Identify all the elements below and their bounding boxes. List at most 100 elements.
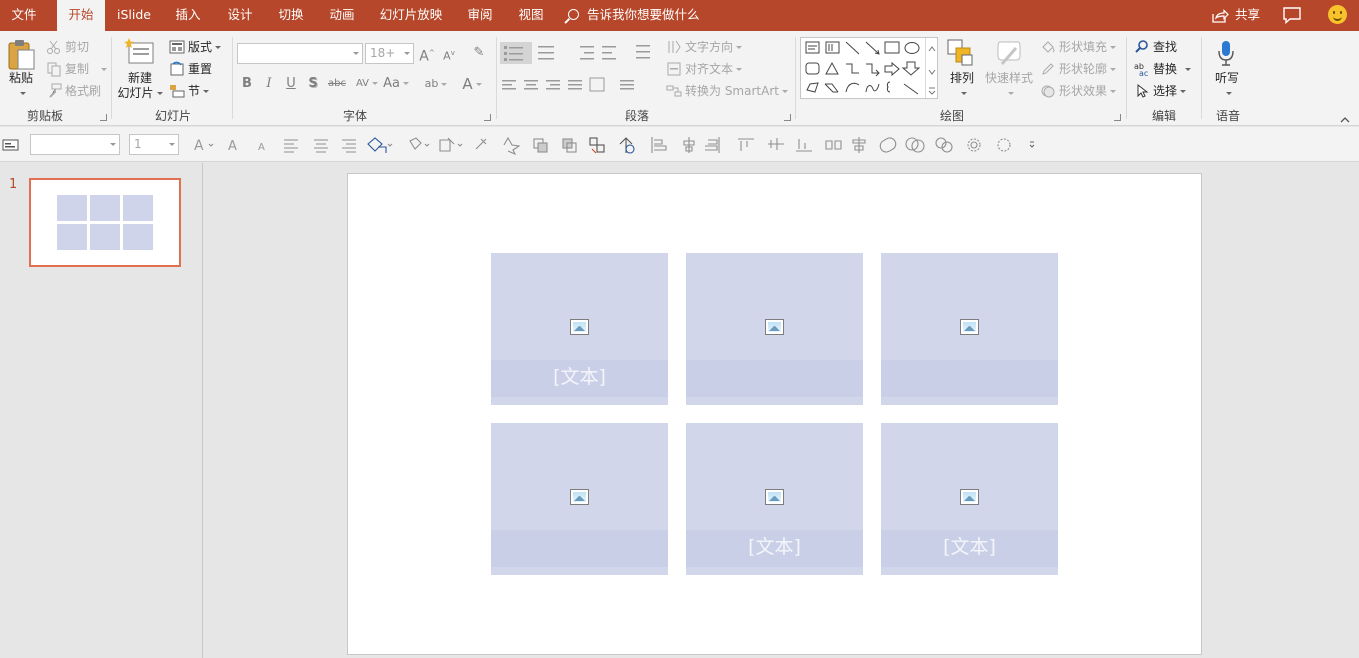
feedback-smiley-icon[interactable] bbox=[1328, 5, 1347, 24]
new-slide-icon[interactable] bbox=[124, 37, 156, 67]
decrease-font-icon[interactable]: Av bbox=[440, 43, 458, 63]
copy-button[interactable]: 复制 bbox=[46, 59, 108, 79]
picture-placeholder-4[interactable] bbox=[491, 423, 668, 575]
picture-icon[interactable] bbox=[570, 489, 589, 505]
placeholder-text[interactable]: [文本] bbox=[686, 532, 863, 559]
convert-smartart-button[interactable]: 转换为 SmartArt bbox=[666, 81, 788, 101]
shadow-button[interactable]: S bbox=[304, 74, 322, 94]
increase-font-icon[interactable]: A^ bbox=[418, 43, 436, 65]
cursor-arrow-icon bbox=[1137, 83, 1149, 98]
tab-file[interactable]: 文件 bbox=[0, 0, 48, 31]
shapes-gallery[interactable] bbox=[800, 37, 938, 99]
size-select-combo[interactable]: 1 bbox=[129, 134, 179, 155]
reset-button[interactable]: 重置 bbox=[169, 59, 212, 79]
quick-styles-icon[interactable] bbox=[994, 38, 1024, 68]
char-spacing-button[interactable]: AV bbox=[354, 74, 380, 94]
font-select-combo[interactable] bbox=[30, 134, 120, 155]
select-button[interactable]: 选择 bbox=[1134, 81, 1187, 101]
thumbnail-placeholder bbox=[57, 224, 87, 250]
clear-format-icon[interactable]: ✎ bbox=[470, 43, 488, 63]
group-label-font: 字体 bbox=[342, 109, 367, 123]
group-divider bbox=[1126, 37, 1127, 119]
dictate-button[interactable]: 听写 bbox=[1208, 71, 1246, 101]
placeholder-text[interactable]: [文本] bbox=[491, 362, 668, 389]
tab-design[interactable]: 设计 bbox=[218, 0, 262, 31]
drawing-launcher-icon[interactable] bbox=[1114, 114, 1121, 121]
shape-outline-button[interactable]: 形状轮廓 bbox=[1040, 59, 1117, 79]
slide-thumbnail-pane: 1 bbox=[0, 163, 203, 658]
quick-styles-button[interactable]: 快速样式 bbox=[982, 71, 1036, 101]
share-button[interactable]: 共享 bbox=[1212, 0, 1260, 31]
tell-me-text: 告诉我你想要做什么 bbox=[587, 7, 700, 22]
slide-number: 1 bbox=[9, 177, 18, 192]
reset-icon bbox=[170, 61, 184, 75]
tab-transitions[interactable]: 切换 bbox=[269, 0, 313, 31]
search-icon bbox=[1135, 39, 1148, 53]
tab-review[interactable]: 审阅 bbox=[458, 0, 502, 31]
tab-islide[interactable]: iSlide bbox=[110, 0, 158, 31]
picture-placeholder-5[interactable]: [文本] bbox=[686, 423, 863, 575]
arrange-button[interactable]: 排列 bbox=[942, 71, 982, 101]
picture-placeholder-3[interactable] bbox=[881, 253, 1058, 405]
font-launcher-icon[interactable] bbox=[484, 114, 491, 121]
shape-effects-button[interactable]: 形状效果 bbox=[1040, 81, 1117, 101]
svg-text:A: A bbox=[228, 139, 237, 154]
ribbon-tab-bar: 文件 开始 iSlide 插入 设计 切换 动画 幻灯片放映 审阅 视图 告诉我… bbox=[0, 0, 1359, 31]
clipboard-launcher-icon[interactable] bbox=[100, 114, 107, 121]
shape-fill-button[interactable]: 形状填充 bbox=[1040, 37, 1117, 57]
picture-placeholder-1[interactable]: [文本] bbox=[491, 253, 668, 405]
cut-button[interactable]: 剪切 bbox=[46, 37, 89, 57]
placeholder-text[interactable]: [文本] bbox=[881, 532, 1058, 559]
paragraph-launcher-icon[interactable] bbox=[784, 114, 791, 121]
tab-insert[interactable]: 插入 bbox=[166, 0, 210, 31]
picture-placeholder-2[interactable] bbox=[686, 253, 863, 405]
slide-thumbnail-1[interactable] bbox=[29, 178, 181, 267]
tab-animations[interactable]: 动画 bbox=[320, 0, 364, 31]
pen-icon bbox=[1042, 62, 1054, 75]
collapse-ribbon-icon[interactable] bbox=[1340, 113, 1350, 123]
replace-button[interactable]: ab ac 替换 bbox=[1134, 59, 1192, 79]
italic-button[interactable]: I bbox=[260, 74, 278, 94]
bold-button[interactable]: B bbox=[238, 74, 256, 94]
group-label-clipboard: 剪贴板 bbox=[26, 109, 63, 123]
layout-icon bbox=[169, 40, 185, 53]
strikethrough-button[interactable]: abc bbox=[326, 74, 348, 94]
section-button[interactable]: 节 bbox=[169, 81, 210, 101]
arrange-icon[interactable] bbox=[946, 38, 976, 68]
align-text-button[interactable]: 对齐文本 bbox=[666, 59, 743, 79]
slide-canvas[interactable]: [文本] [文本] [文本] bbox=[347, 173, 1202, 655]
text-direction-button[interactable]: 文字方向 bbox=[666, 37, 743, 57]
font-size-combo[interactable]: 18+ bbox=[365, 43, 414, 64]
thumbnail-placeholder bbox=[123, 195, 153, 221]
tell-me-search[interactable]: 告诉我你想要做什么 bbox=[568, 0, 700, 31]
paste-icon[interactable] bbox=[8, 39, 36, 71]
new-slide-button[interactable]: 新建 幻灯片 bbox=[114, 71, 166, 101]
font-color-icon[interactable]: A bbox=[458, 74, 486, 94]
paste-button[interactable]: 粘贴 bbox=[4, 71, 38, 101]
tab-view[interactable]: 视图 bbox=[509, 0, 553, 31]
picture-placeholder-6[interactable]: [文本] bbox=[881, 423, 1058, 575]
picture-icon[interactable] bbox=[570, 319, 589, 335]
align-text-icon bbox=[667, 62, 681, 75]
underline-button[interactable]: U bbox=[282, 74, 300, 94]
comments-button[interactable] bbox=[1282, 6, 1302, 25]
tab-home[interactable]: 开始 bbox=[57, 0, 105, 31]
picture-icon[interactable] bbox=[765, 319, 784, 335]
paragraph-tools[interactable] bbox=[500, 42, 660, 102]
format-tool-icons[interactable]: A A A bbox=[192, 135, 1042, 155]
font-name-combo[interactable] bbox=[237, 43, 363, 64]
format-painter-button[interactable]: 格式刷 bbox=[46, 81, 101, 101]
group-divider bbox=[232, 37, 233, 119]
change-case-button[interactable]: Aa bbox=[382, 74, 410, 94]
picture-icon[interactable] bbox=[960, 489, 979, 505]
textbox-icon[interactable] bbox=[2, 136, 20, 154]
format-painter-icon bbox=[49, 83, 62, 98]
shapes-gallery-scrollbar[interactable] bbox=[925, 38, 937, 98]
picture-icon[interactable] bbox=[765, 489, 784, 505]
find-button[interactable]: 查找 bbox=[1134, 37, 1177, 57]
microphone-icon[interactable] bbox=[1216, 40, 1236, 68]
tab-slideshow[interactable]: 幻灯片放映 bbox=[375, 0, 447, 31]
layout-button[interactable]: 版式 bbox=[169, 37, 222, 57]
picture-icon[interactable] bbox=[960, 319, 979, 335]
highlight-icon[interactable]: ab bbox=[422, 74, 450, 94]
